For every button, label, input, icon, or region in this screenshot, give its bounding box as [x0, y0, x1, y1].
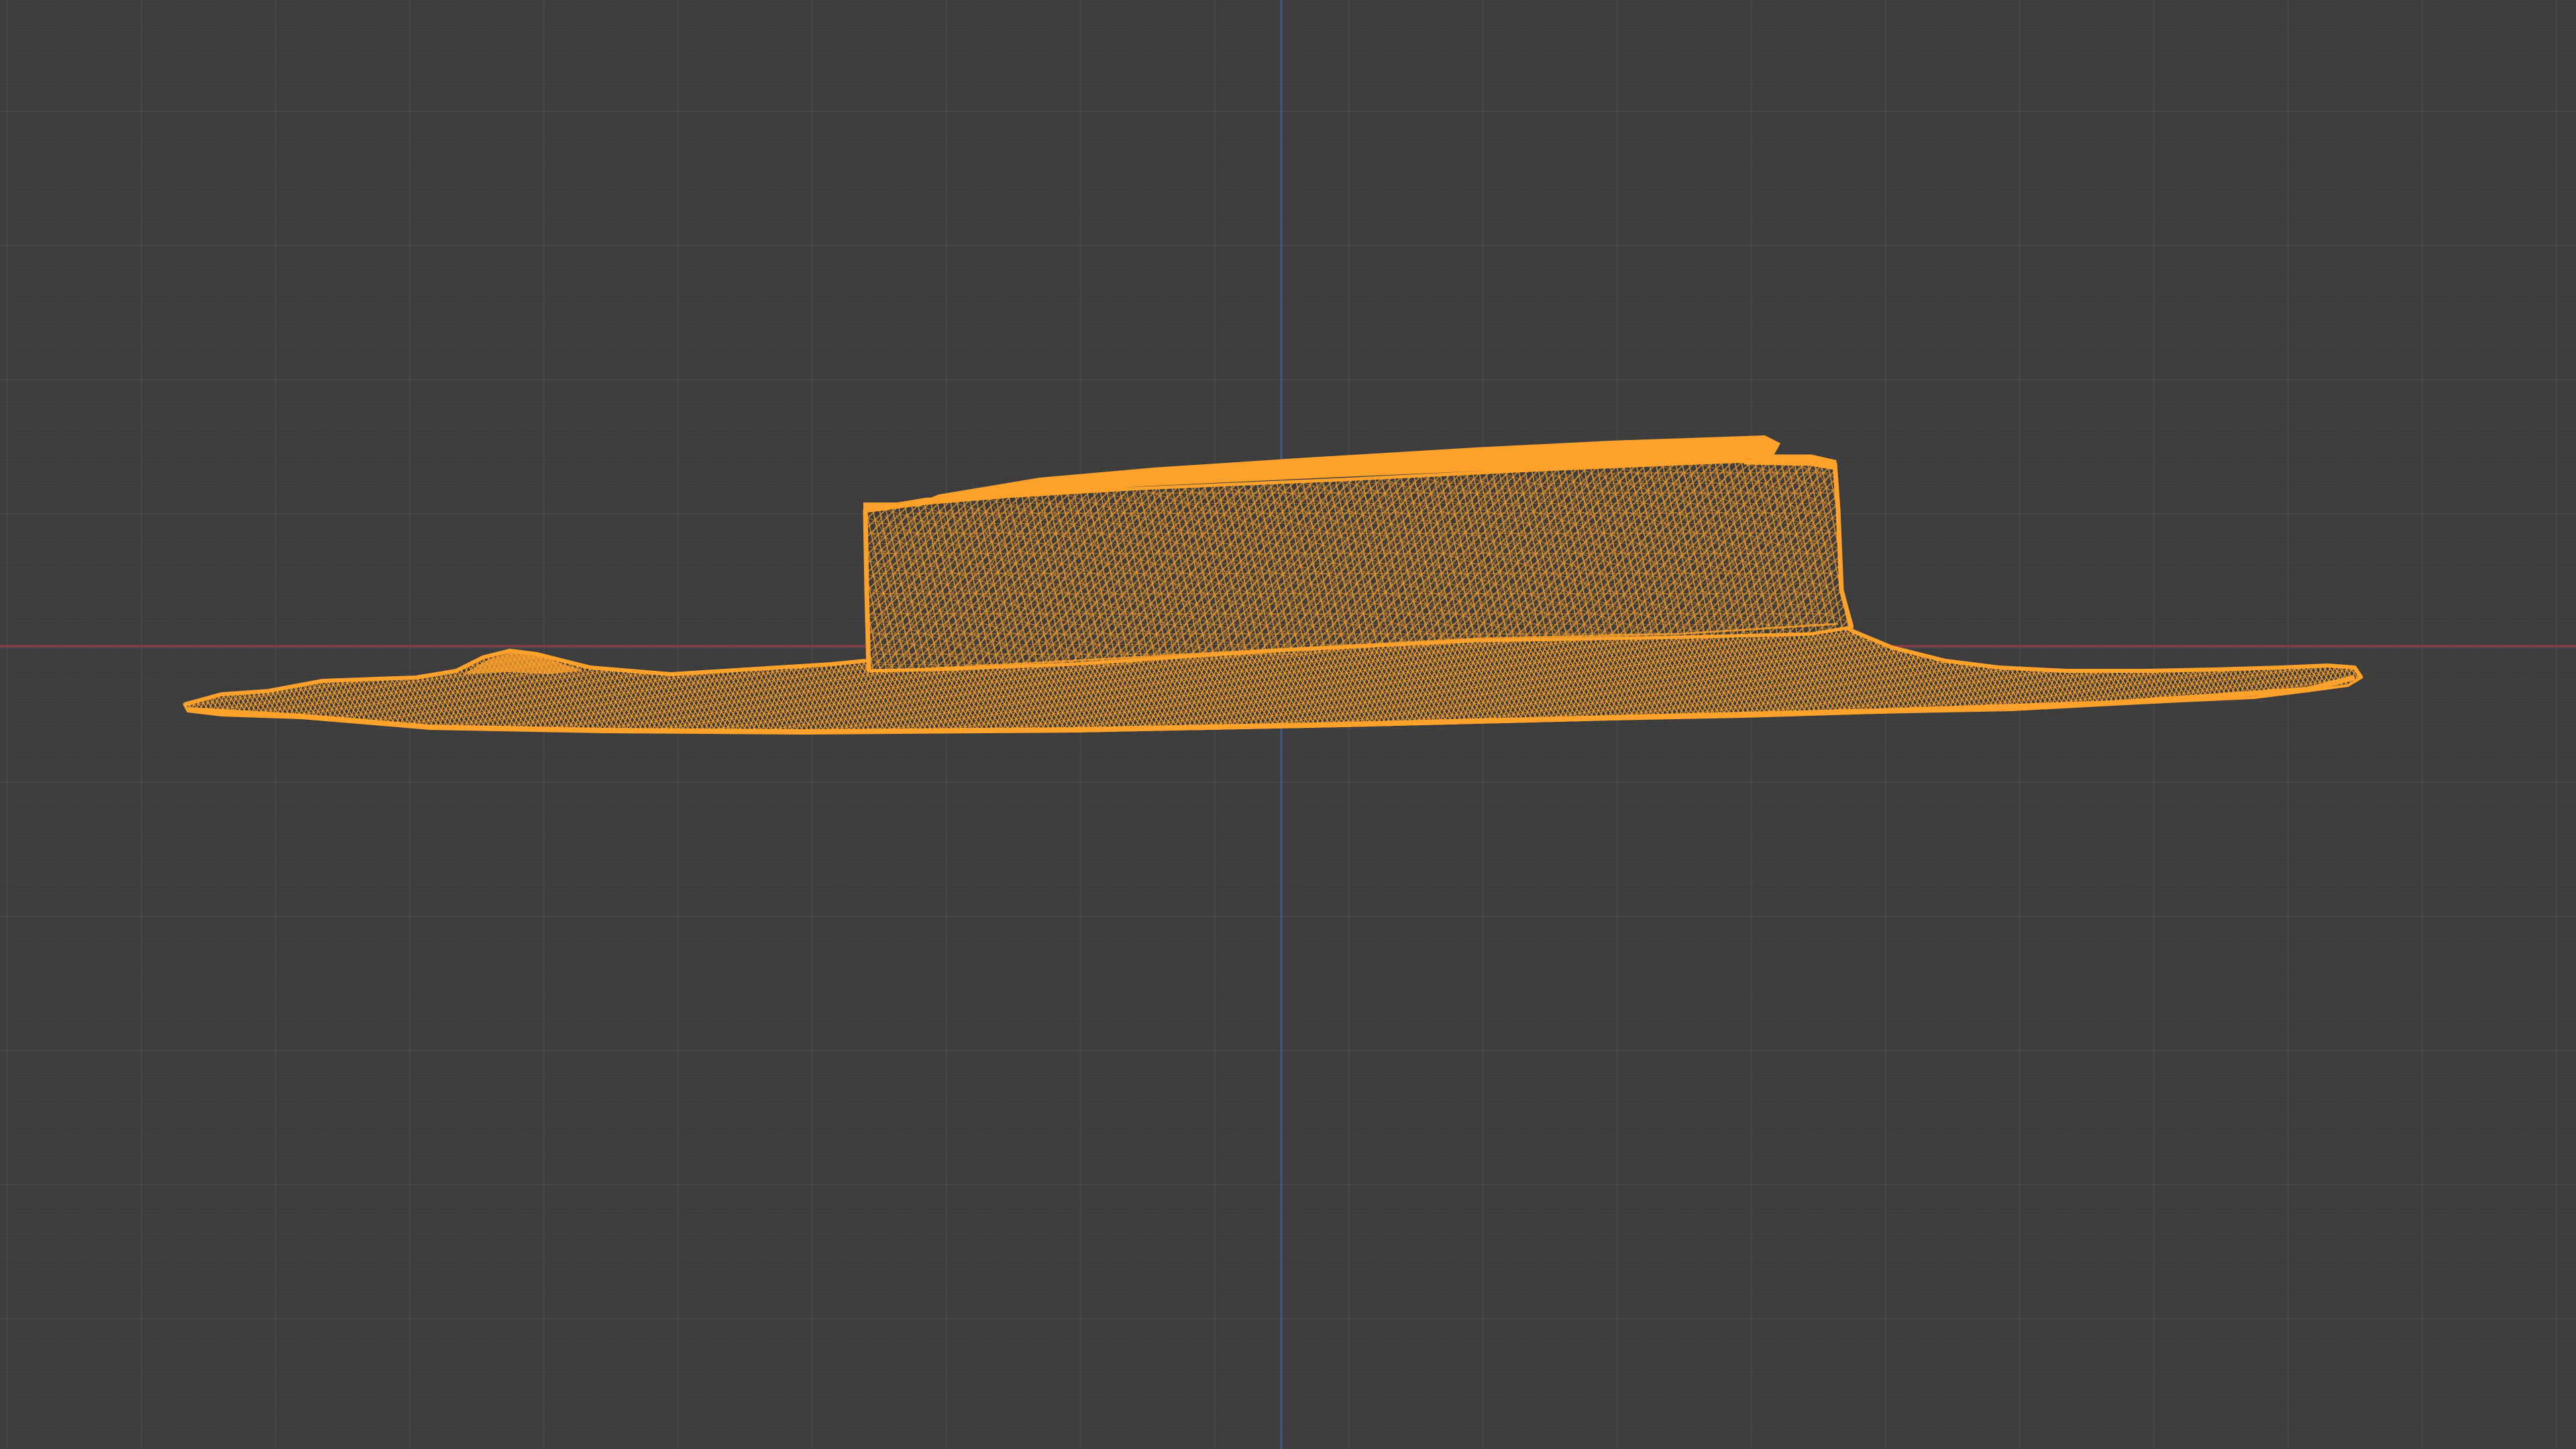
- 3d-viewport[interactable]: [0, 0, 2576, 1449]
- viewport-scene[interactable]: [0, 0, 2576, 1449]
